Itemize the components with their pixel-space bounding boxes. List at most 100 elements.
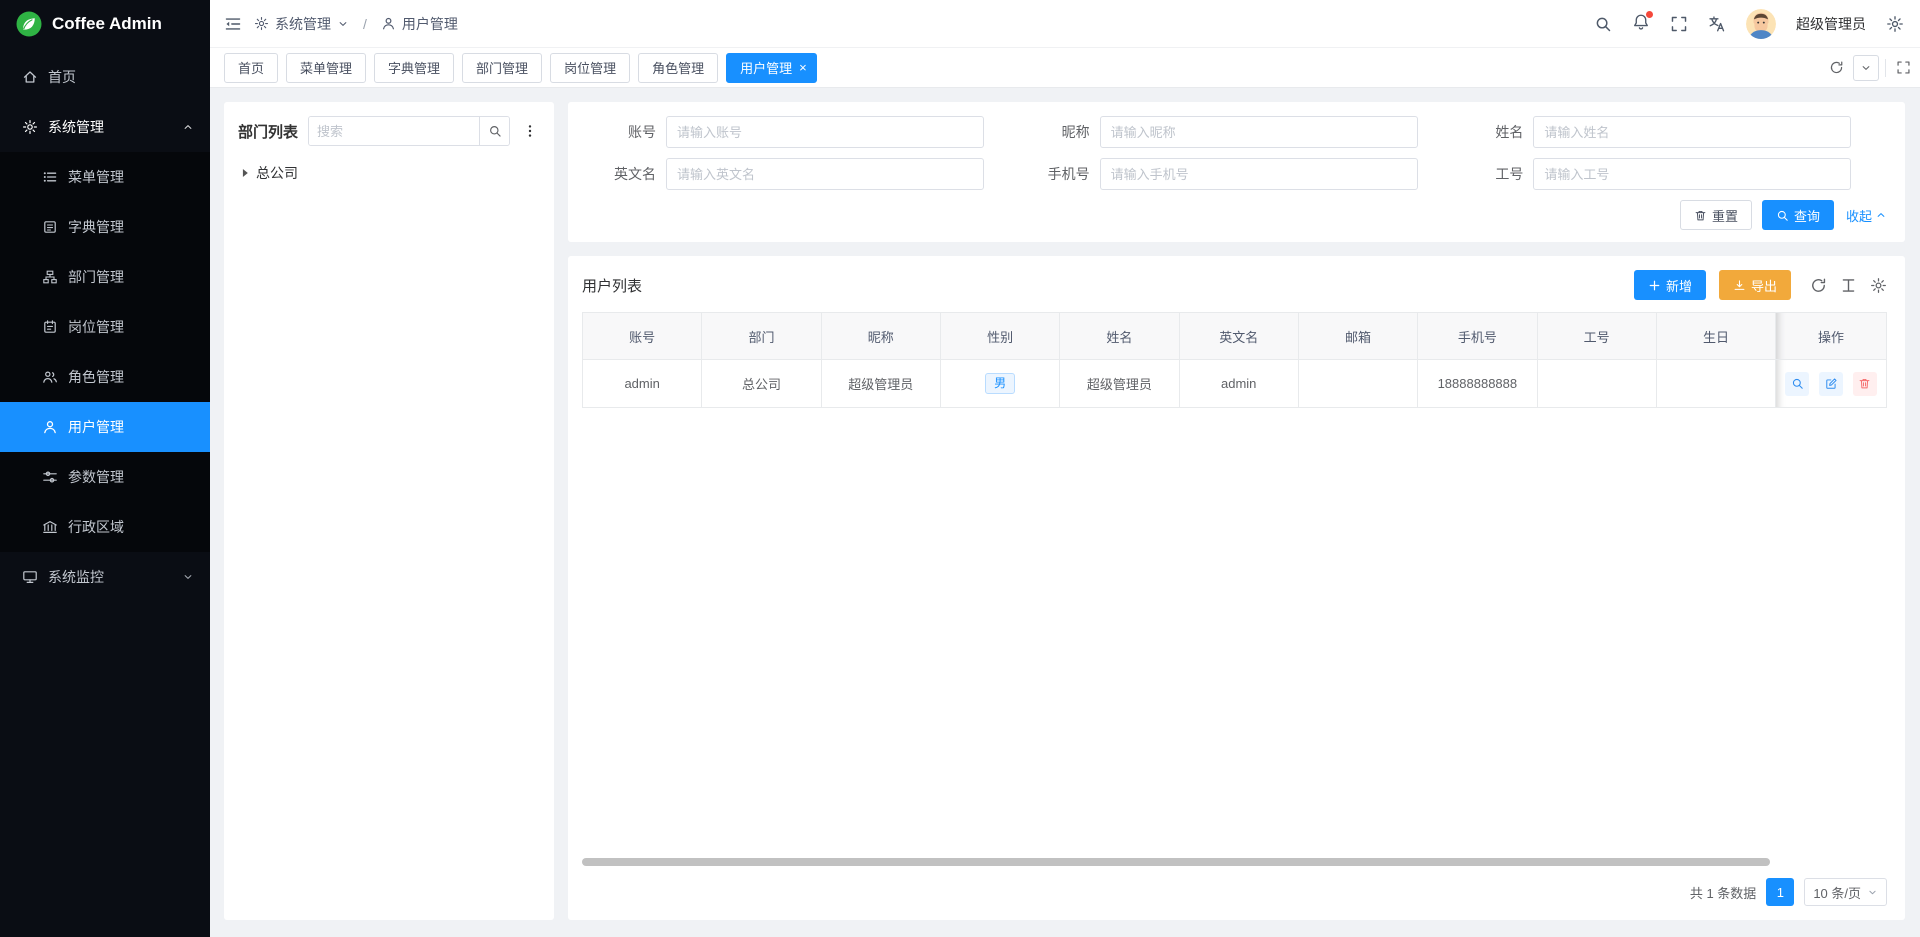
page-size-select[interactable]: 10 条/页 [1804,878,1887,906]
tab-label: 角色管理 [652,58,704,77]
column-header-phone: 手机号 [1418,313,1537,360]
notification-bell-icon[interactable] [1632,13,1650,34]
department-tree: 总公司 [238,160,540,186]
column-adjust-icon[interactable] [1840,277,1857,294]
cell-account: admin [583,360,702,408]
settings-gear-icon[interactable] [1886,15,1904,33]
field-phone: 手机号 [1020,158,1454,190]
download-icon [1733,279,1746,292]
sidebar-item-post-management[interactable]: 岗位管理 [0,302,210,352]
column-header-email: 邮箱 [1298,313,1417,360]
page-button-1[interactable]: 1 [1766,878,1794,906]
department-panel: 部门列表 总公司 [224,102,554,920]
sliders-icon [42,469,58,485]
phone-input[interactable] [1100,158,1418,190]
sidebar-item-admin-region[interactable]: 行政区域 [0,502,210,552]
right-column: 账号 昵称 姓名 英文名 [568,102,1905,920]
sidebar-item-label: 部门管理 [68,267,124,287]
query-button-label: 查询 [1794,206,1820,225]
cell-name: 超级管理员 [1060,360,1179,408]
tab-label: 部门管理 [476,58,528,77]
badge-icon [42,319,58,335]
export-button[interactable]: 导出 [1719,270,1791,300]
sidebar-item-dept-management[interactable]: 部门管理 [0,252,210,302]
column-header-dept: 部门 [702,313,821,360]
column-header-account: 账号 [583,313,702,360]
list-icon [42,169,58,185]
sidebar-item-label: 岗位管理 [68,317,124,337]
current-username[interactable]: 超级管理员 [1796,14,1866,34]
collapse-link[interactable]: 收起 [1846,206,1887,225]
sidebar-item-label: 行政区域 [68,517,124,537]
sidebar-group-monitor[interactable]: 系统监控 [0,552,210,602]
table-row: admin 总公司 超级管理员 男 超级管理员 admin 1888888888… [583,360,1887,408]
tab-user-management[interactable]: 用户管理 × [726,53,817,83]
cell-english-name: admin [1179,360,1298,408]
cell-email [1298,360,1417,408]
view-button[interactable] [1785,372,1809,396]
table-toolbar: 新增 导出 [1634,270,1887,300]
gear-icon [22,119,38,135]
sidebar-item-dict-management[interactable]: 字典管理 [0,202,210,252]
sidebar-item-menu-management[interactable]: 菜单管理 [0,152,210,202]
english-name-input[interactable] [666,158,984,190]
tabs-refresh-icon[interactable] [1819,48,1853,87]
breadcrumb-root[interactable]: 系统管理 [254,14,349,34]
column-header-sex: 性别 [940,313,1059,360]
sidebar-item-label: 用户管理 [68,417,124,437]
field-name: 姓名 [1453,116,1887,148]
sidebar-group-label: 系统监控 [48,567,104,587]
column-header-name: 姓名 [1060,313,1179,360]
chevron-down-icon [337,18,349,30]
breadcrumb-current[interactable]: 用户管理 [381,14,458,34]
tree-node-root[interactable]: 总公司 [238,160,540,186]
tab-post-management[interactable]: 岗位管理 [550,53,630,83]
department-search-button[interactable] [479,117,509,145]
content-maximize-icon[interactable] [1886,48,1920,87]
topbar: 系统管理 / 用户管理 超级管 [210,0,1920,48]
bank-icon [42,519,58,535]
nickname-input[interactable] [1100,116,1418,148]
query-button[interactable]: 查询 [1762,200,1834,230]
tabs-dropdown-icon[interactable] [1853,55,1879,81]
search-icon [1776,209,1789,222]
fullscreen-icon[interactable] [1670,15,1688,33]
sidebar-group-system[interactable]: 系统管理 [0,102,210,152]
refresh-icon[interactable] [1810,277,1827,294]
department-search-group [308,116,510,146]
work-id-input[interactable] [1533,158,1851,190]
search-icon[interactable] [1594,15,1612,33]
table-settings-icon[interactable] [1870,277,1887,294]
tab-role-management[interactable]: 角色管理 [638,53,718,83]
department-search-input[interactable] [309,117,479,145]
tab-dept-management[interactable]: 部门管理 [462,53,542,83]
delete-button[interactable] [1853,372,1877,396]
field-work-id: 工号 [1453,158,1887,190]
translate-icon[interactable] [1708,15,1726,33]
chevron-down-icon [182,571,194,583]
add-button[interactable]: 新增 [1634,270,1706,300]
department-more-icon[interactable] [520,123,540,139]
user-list-title: 用户列表 [582,275,642,296]
user-list-panel: 用户列表 新增 导出 [568,256,1905,920]
reset-button[interactable]: 重置 [1680,200,1752,230]
scrollbar-thumb[interactable] [582,858,1770,866]
logo[interactable]: Coffee Admin [0,0,210,48]
sidebar-item-role-management[interactable]: 角色管理 [0,352,210,402]
tab-dict-management[interactable]: 字典管理 [374,53,454,83]
caret-right-icon[interactable] [238,166,252,180]
sidebar-item-home[interactable]: 首页 [0,52,210,102]
table-header-row: 账号 部门 昵称 性别 姓名 英文名 邮箱 手机号 工号 生日 [583,313,1887,360]
filter-panel: 账号 昵称 姓名 英文名 [568,102,1905,242]
tab-menu-management[interactable]: 菜单管理 [286,53,366,83]
name-input[interactable] [1533,116,1851,148]
column-header-work-id: 工号 [1537,313,1656,360]
sidebar-collapse-icon[interactable] [224,15,242,33]
tab-close-icon[interactable]: × [799,61,807,74]
edit-button[interactable] [1819,372,1843,396]
account-input[interactable] [666,116,984,148]
sidebar-item-user-management[interactable]: 用户管理 [0,402,210,452]
avatar[interactable] [1746,9,1776,39]
sidebar-item-param-management[interactable]: 参数管理 [0,452,210,502]
tab-home[interactable]: 首页 [224,53,278,83]
